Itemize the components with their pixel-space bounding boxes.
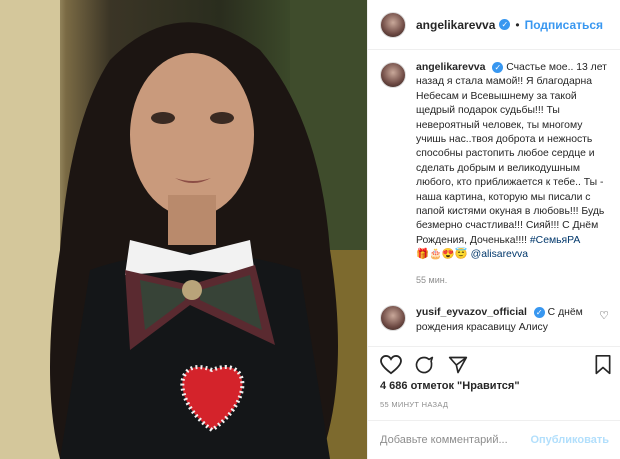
save-bookmark-icon[interactable] — [594, 355, 612, 375]
caption-time: 55 мин. — [416, 274, 448, 285]
comments-list[interactable]: angelikarevva ✓ Счастье мое.. 13 лет наз… — [368, 60, 620, 345]
post-sidebar: angelikarevva ✓ • Подписаться angelikare… — [367, 0, 620, 459]
comment-input[interactable] — [380, 434, 531, 446]
like-heart-icon[interactable] — [380, 355, 402, 375]
comment-item: yusif_eyvazov_official ✓ С днём рождения… — [380, 305, 609, 335]
likes-count[interactable]: 4 686 отметок "Нравится" — [380, 380, 520, 392]
comment-bubble-icon[interactable] — [414, 355, 434, 375]
caption-text: Счастье мое.. 13 лет назад я стала мамой… — [416, 62, 607, 246]
follow-button[interactable]: Подписаться — [525, 18, 603, 32]
separator-dot: • — [515, 17, 520, 32]
action-bar — [368, 346, 620, 376]
post-photo[interactable] — [0, 0, 367, 459]
verified-badge-icon: ✓ — [533, 306, 545, 318]
caption-hashtag[interactable]: #СемьяРА — [530, 235, 580, 246]
verified-badge-icon: ✓ — [492, 61, 504, 73]
add-comment-bar: Опубликовать — [368, 420, 620, 459]
caption-item: angelikarevva ✓ Счастье мое.. 13 лет наз… — [380, 60, 609, 287]
girl-portrait-image — [0, 0, 367, 459]
share-paper-plane-icon[interactable] — [448, 355, 468, 375]
caption-username[interactable]: angelikarevva — [416, 61, 485, 73]
author-avatar[interactable] — [380, 11, 406, 38]
caption-avatar[interactable] — [380, 62, 406, 88]
post-date: 55 МИНУТ НАЗАД — [380, 400, 449, 409]
caption-mention[interactable]: @alisarevva — [471, 249, 528, 260]
commenter-avatar[interactable] — [380, 305, 406, 332]
publish-button[interactable]: Опубликовать — [530, 434, 609, 446]
commenter-username[interactable]: yusif_eyvazov_official — [416, 306, 527, 318]
verified-badge-icon: ✓ — [499, 19, 511, 30]
post-header: angelikarevva ✓ • Подписаться — [368, 0, 620, 50]
author-username[interactable]: angelikarevva — [416, 18, 495, 32]
caption-emojis: 🎁🎂😍😇 — [416, 249, 468, 261]
comment-like-heart-icon[interactable]: ♡ — [599, 309, 609, 335]
